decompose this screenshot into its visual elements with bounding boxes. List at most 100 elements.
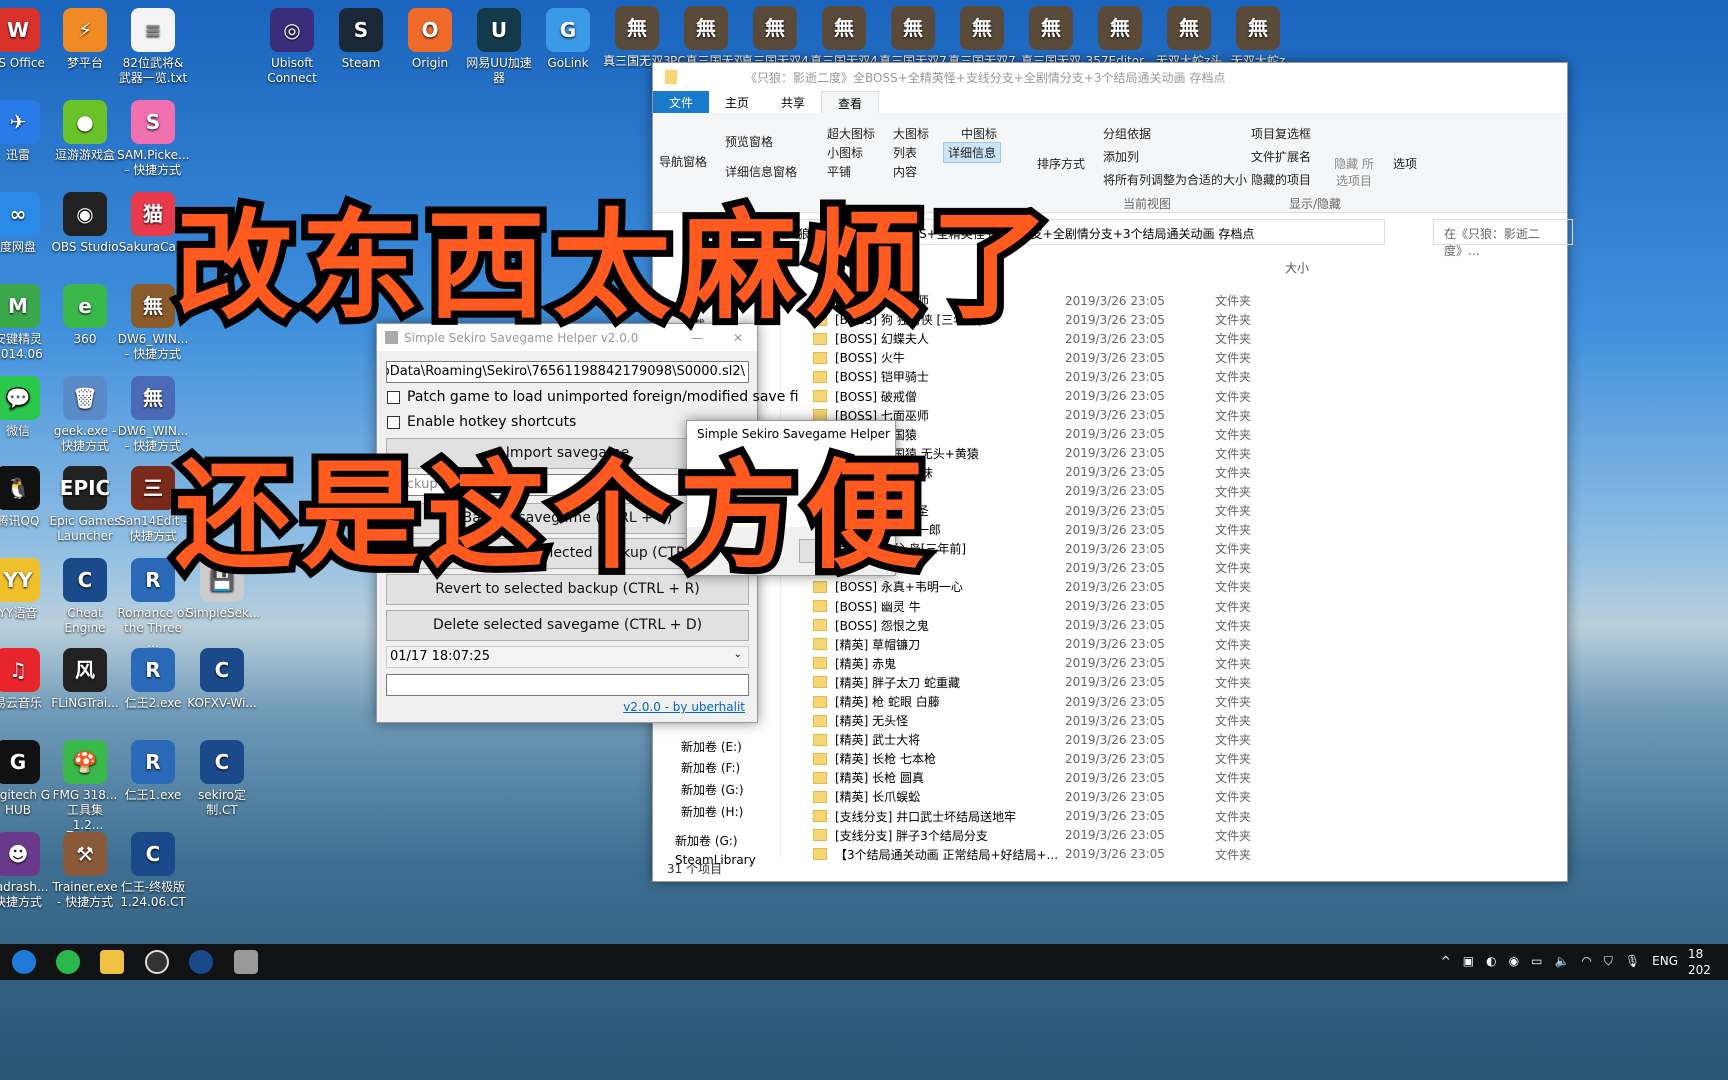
patch-checkbox[interactable]: Patch game to load unimported foreign/mo… (387, 389, 799, 405)
desktop-icon[interactable]: C Cheat Engine (49, 558, 121, 636)
file-row[interactable]: 【3个结局通关动画 正常结局+好结局+... 2019/3/26 23:05 文件夹 (813, 845, 1413, 864)
desktop-icon[interactable]: 無真三国无双4 (739, 6, 811, 69)
desktop-icon[interactable]: 無无双大蛇z (1222, 6, 1294, 69)
file-row[interactable]: [精英] 长枪 圆真 2019/3/26 23:05 文件夹 (813, 768, 1413, 787)
desktop-icon[interactable]: 無真三国无双7 (877, 6, 949, 69)
s-icons-option[interactable]: 小图标 (827, 144, 863, 161)
file-row[interactable]: [BOSS] 火牛 2019/3/26 23:05 文件夹 (813, 348, 1413, 367)
steam-tray-icon[interactable]: ◐ (1486, 954, 1496, 969)
battery-icon[interactable]: ▭ (1531, 954, 1542, 969)
clock[interactable]: 18 202 (1688, 946, 1728, 978)
file-row[interactable]: [BOSS] 怨恨之鬼 2019/3/26 23:05 文件夹 (813, 616, 1413, 635)
desktop-icon[interactable]: U 网易UU加速器 (463, 8, 535, 86)
desktop-icon[interactable]: ◉ OBS Studio (49, 192, 121, 255)
hidden-items-option[interactable]: 隐藏的项目 (1251, 171, 1311, 188)
steam-icon[interactable] (189, 950, 213, 974)
file-row[interactable]: [精英] 长爪蜈蚣 2019/3/26 23:05 文件夹 (813, 787, 1413, 806)
tab-home[interactable]: 主页 (709, 91, 765, 113)
savegame-path-input[interactable]: \AppData\Roaming\Sekiro\7656119884217909… (386, 361, 749, 383)
desktop-icon[interactable]: 無 PC真三国无双 (670, 6, 742, 69)
file-row[interactable]: [精英] 武士大将 2019/3/26 23:05 文件夹 (813, 730, 1413, 749)
file-row[interactable]: [精英] 无头怪 2019/3/26 23:05 文件夹 (813, 711, 1413, 730)
file-row[interactable]: [精英] 长枪 七本枪 2019/3/26 23:05 文件夹 (813, 749, 1413, 768)
desktop-icon[interactable]: ♫ 易云音乐 (0, 648, 54, 711)
item-checkbox-option[interactable]: 项目复选框 (1251, 125, 1311, 142)
desktop-icon[interactable]: G Logitech G HUB (0, 740, 54, 818)
browser-360-icon[interactable] (56, 950, 80, 974)
file-ext-option[interactable]: 文件扩展名 (1251, 148, 1311, 165)
desktop-icon[interactable]: M 安键精灵 2014.06 (0, 284, 54, 362)
desktop-icon[interactable]: 💬 微信 (0, 376, 54, 439)
nav-item[interactable]: 新加卷 (E:) (681, 738, 742, 755)
desktop-icon[interactable]: C KOFXV-Wi... (186, 648, 258, 711)
file-row[interactable]: [精英] 胖子太刀 蛇重藏 2019/3/26 23:05 文件夹 (813, 673, 1413, 692)
details-option[interactable]: 详细信息 (943, 142, 1002, 163)
language-indicator[interactable]: ENG (1652, 954, 1678, 969)
hide-selected-button[interactable]: 隐藏 所选项目 (1331, 155, 1377, 189)
l-icons-option[interactable]: 大图标 (893, 125, 929, 142)
desktop-icon[interactable]: ⚒ Trainer.exe - 快捷方式 (49, 832, 121, 910)
file-explorer-icon[interactable] (100, 950, 124, 974)
nav-item[interactable]: 新加卷 (G:) (681, 781, 744, 798)
desktop-icon[interactable]: O Origin (394, 8, 466, 71)
desktop-icon[interactable]: 無真三国无双 (1015, 6, 1087, 69)
desktop-icon[interactable]: S Steam (325, 8, 397, 71)
desktop-icon[interactable]: 無真三国无双7 (946, 6, 1018, 69)
options-button[interactable]: 选项 (1393, 155, 1417, 172)
desktop-icon[interactable]: Csekiro定制.CT (186, 740, 258, 818)
desktop-icon[interactable]: ◎ Ubisoft Connect (256, 8, 328, 86)
desktop-icon[interactable]: EPIC Epic Games Launcher (49, 466, 121, 544)
desktop-icon[interactable]: ● 逗游游戏盒 (49, 100, 121, 163)
file-row[interactable]: [精英] 赤鬼 2019/3/26 23:05 文件夹 (813, 654, 1413, 673)
obs-tray-icon[interactable]: ◉ (1509, 954, 1519, 969)
desktop-icon[interactable]: 风 FLiNGTrai... (49, 648, 121, 711)
file-row[interactable]: [BOSS] 破戒僧 2019/3/26 23:05 文件夹 (813, 386, 1413, 405)
list-option[interactable]: 列表 (893, 144, 917, 161)
chevron-up-icon[interactable]: ^ (1441, 954, 1451, 969)
nav-pane-button[interactable]: 导航窗格 (659, 153, 707, 170)
usb-icon[interactable]: ▣ (1463, 954, 1474, 969)
desktop-icon[interactable]: e 360 (49, 284, 121, 347)
preview-pane-button[interactable]: 预览窗格 (725, 133, 773, 150)
m-icons-option[interactable]: 中图标 (961, 125, 997, 142)
add-column-button[interactable]: 添加列 (1103, 148, 1139, 165)
size-column-header[interactable]: 大小 (1285, 259, 1309, 276)
backup-select[interactable]: 01/17 18:07:25 ⌄ (386, 646, 749, 668)
desktop-icon[interactable]: 🐧 腾讯QQ (0, 466, 54, 529)
file-row[interactable]: [BOSS] 铠甲骑士 2019/3/26 23:05 文件夹 (813, 367, 1413, 386)
desktop-icon[interactable]: 無真三国无双3 (601, 6, 673, 69)
nav-item[interactable]: 新加卷 (H:) (681, 803, 743, 820)
search-input[interactable]: 在《只狼：影逝二度》... (1433, 219, 1573, 258)
tab-view[interactable]: 查看 (821, 91, 880, 113)
edge-icon[interactable] (12, 950, 36, 974)
desktop-icon[interactable]: ≡ 82位武将&武器一览.txt (117, 8, 189, 86)
nav-item[interactable]: 新加卷 (G:) (675, 832, 738, 849)
desktop-icon[interactable]: ✈ 迅雷 (0, 100, 54, 163)
desktop-icon[interactable]: 🗑 geek.exe - 快捷方式 (49, 376, 121, 454)
file-row[interactable]: [支线分支] 胖子3个结局分支 2019/3/26 23:05 文件夹 (813, 826, 1413, 845)
xl-icons-option[interactable]: 超大图标 (827, 125, 875, 142)
desktop-icon[interactable]: ⚡ 梦平台 (49, 8, 121, 71)
file-row[interactable]: [精英] 草帽镰刀 2019/3/26 23:05 文件夹 (813, 635, 1413, 654)
nav-item[interactable]: 新加卷 (F:) (681, 759, 740, 776)
desktop-icon[interactable]: R 仁王1.exe (117, 740, 189, 803)
savegame-helper-taskbar-icon[interactable] (234, 950, 258, 974)
desktop-icon[interactable]: G GoLink (532, 8, 604, 71)
desktop-icon[interactable]: 無 357Editor... (1084, 6, 1156, 69)
desktop-icon[interactable]: W PS Office (0, 8, 54, 71)
file-row[interactable]: [支线分支] 井口武士坏结局送地牢 2019/3/26 23:05 文件夹 (813, 807, 1413, 826)
file-row[interactable]: [BOSS] 幽灵 牛 2019/3/26 23:05 文件夹 (813, 597, 1413, 616)
desktop-icon[interactable]: 🍄 FMG 318... 工具集_1.2... (49, 740, 121, 833)
volume-icon[interactable]: 🔈 (1554, 954, 1569, 969)
file-row[interactable]: [精英] 枪 蛇眼 白藤 2019/3/26 23:05 文件夹 (813, 692, 1413, 711)
obs-icon[interactable] (145, 950, 169, 974)
microphone-icon[interactable]: 🎙 (1625, 954, 1640, 969)
tab-file[interactable]: 文件 (653, 91, 710, 113)
author-link[interactable]: v2.0.0 - by uberhalit (623, 700, 745, 714)
desktop-icon[interactable]: 無真三国无双4 (808, 6, 880, 69)
delete-button[interactable]: Delete selected savegame (CTRL + D) (386, 610, 749, 641)
desktop-icon[interactable]: ∞ 度网盘 (0, 192, 54, 255)
desktop-icon[interactable]: R 仁王2.exe (117, 648, 189, 711)
desktop-icon[interactable]: S SAM.Picke... - 快捷方式 (117, 100, 189, 178)
desktop-icon[interactable]: ☻ Badrash... 快捷方式 (0, 832, 54, 910)
